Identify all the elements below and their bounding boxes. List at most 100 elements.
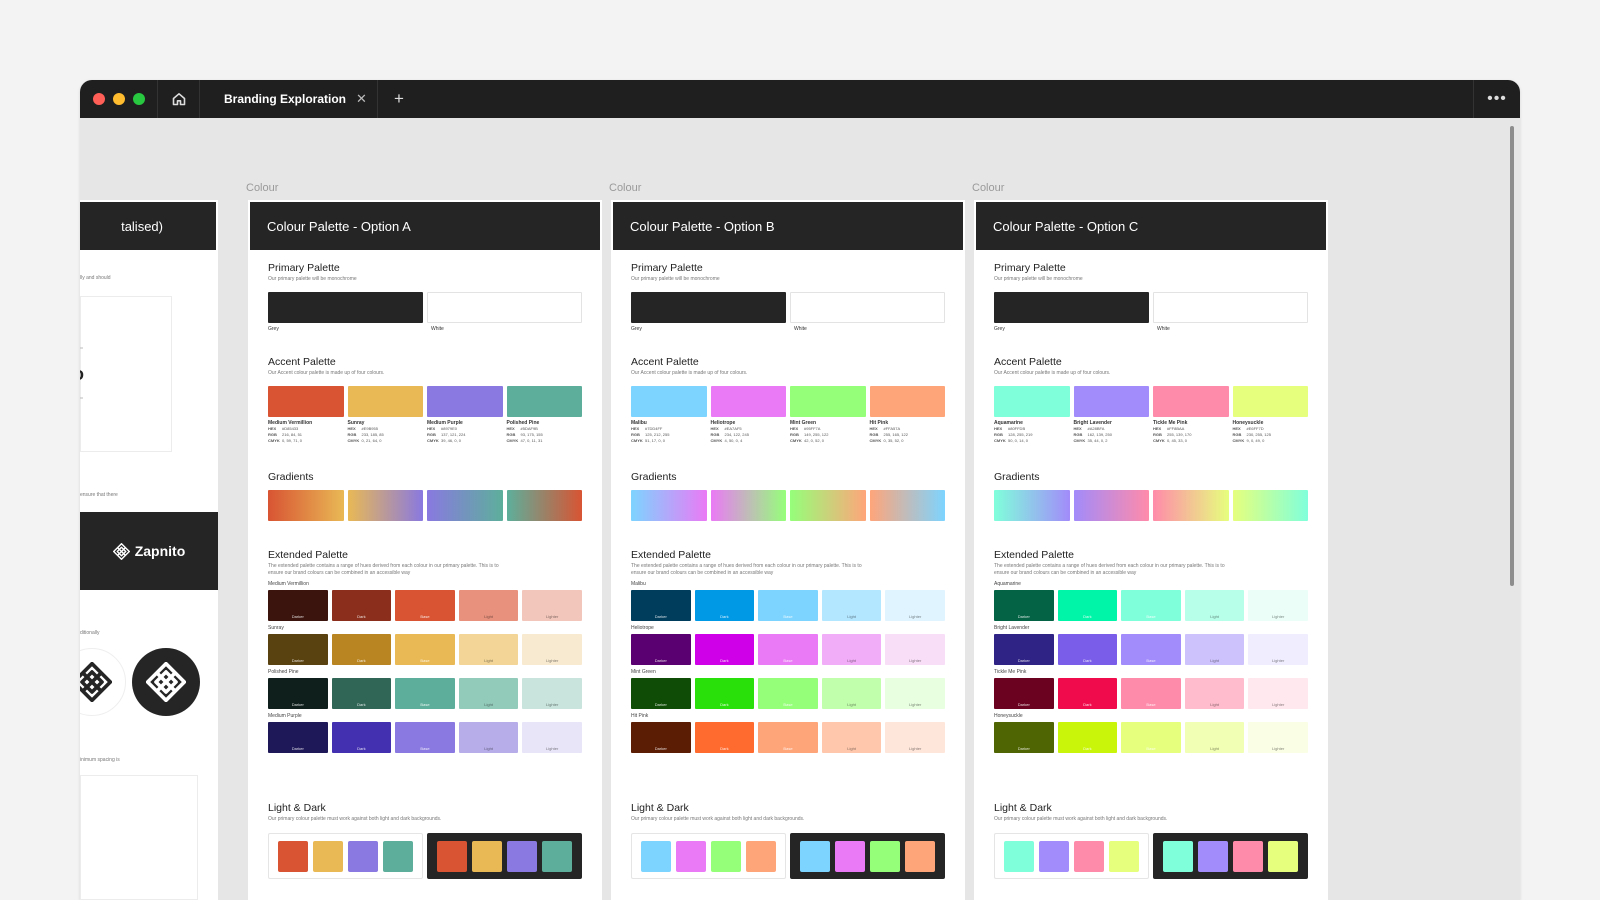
accent-swatch[interactable] (790, 386, 866, 417)
extended-swatch[interactable]: Lighter (1248, 590, 1308, 621)
extended-swatch[interactable]: Base (395, 590, 455, 621)
gradient-swatch[interactable] (347, 490, 423, 521)
extended-swatch[interactable]: Dark (331, 678, 392, 709)
extended-swatch[interactable]: Dark (331, 634, 392, 665)
accent-swatch[interactable] (347, 386, 423, 417)
extended-swatch[interactable]: Lighter (885, 634, 945, 665)
extended-swatch[interactable]: Dark (1057, 722, 1118, 753)
vertical-scrollbar[interactable] (1510, 126, 1514, 586)
extended-swatch[interactable]: Darker (268, 678, 328, 709)
accent-swatch[interactable] (869, 386, 945, 417)
extended-swatch[interactable]: Lighter (522, 634, 582, 665)
extended-swatch[interactable]: Light (1184, 678, 1245, 709)
extended-swatch[interactable]: Lighter (1248, 678, 1308, 709)
extended-swatch[interactable]: Base (1121, 590, 1181, 621)
extended-swatch[interactable]: Lighter (522, 722, 582, 753)
extended-swatch[interactable]: Light (1184, 590, 1245, 621)
extended-swatch[interactable]: Dark (1057, 634, 1118, 665)
extended-swatch[interactable]: Light (458, 634, 519, 665)
extended-swatch[interactable]: Lighter (885, 590, 945, 621)
extended-swatch[interactable]: Dark (331, 590, 392, 621)
accent-swatch[interactable] (506, 386, 582, 417)
extended-swatch[interactable]: Light (1184, 634, 1245, 665)
accent-swatch[interactable] (994, 386, 1070, 417)
extended-swatch[interactable]: Darker (631, 722, 691, 753)
extended-swatch[interactable]: Dark (694, 634, 755, 665)
extended-swatch[interactable]: Dark (331, 722, 392, 753)
extended-swatch[interactable]: Base (395, 678, 455, 709)
extended-swatch[interactable]: Lighter (885, 678, 945, 709)
accent-swatch[interactable] (710, 386, 786, 417)
gradient-swatch[interactable] (1153, 490, 1229, 521)
extended-swatch[interactable]: Base (758, 634, 818, 665)
close-window-button[interactable] (93, 93, 105, 105)
grey-swatch[interactable] (631, 292, 786, 323)
extended-swatch[interactable]: Base (758, 678, 818, 709)
close-tab-icon[interactable]: ✕ (356, 91, 367, 107)
extended-swatch[interactable]: Darker (631, 590, 691, 621)
gradient-swatch[interactable] (1073, 490, 1149, 521)
extended-swatch[interactable]: Base (395, 722, 455, 753)
extended-swatch[interactable]: Darker (268, 634, 328, 665)
accent-swatch[interactable] (1153, 386, 1229, 417)
tab-branding-exploration[interactable]: Branding Exploration ✕ (199, 80, 378, 118)
gradient-swatch[interactable] (790, 490, 866, 521)
extended-swatch[interactable]: Light (458, 590, 519, 621)
extended-swatch[interactable]: Darker (994, 678, 1054, 709)
grey-swatch[interactable] (268, 292, 423, 323)
extended-swatch[interactable]: Light (821, 678, 882, 709)
new-tab-button[interactable]: + (378, 89, 404, 109)
home-button[interactable] (157, 80, 199, 118)
extended-swatch[interactable]: Darker (631, 678, 691, 709)
extended-swatch[interactable]: Lighter (522, 678, 582, 709)
gradient-swatch[interactable] (268, 490, 344, 521)
left-board[interactable]: talised) lly and should o ensure that th… (80, 200, 218, 900)
extended-swatch[interactable]: Darker (994, 634, 1054, 665)
extended-swatch[interactable]: Light (1184, 722, 1245, 753)
accent-swatch[interactable] (631, 386, 707, 417)
gradient-swatch[interactable] (506, 490, 582, 521)
extended-swatch[interactable]: Lighter (1248, 634, 1308, 665)
extended-swatch[interactable]: Light (821, 590, 882, 621)
gradient-swatch[interactable] (631, 490, 707, 521)
extended-swatch[interactable]: Darker (631, 634, 691, 665)
accent-swatch[interactable] (1232, 386, 1308, 417)
extended-swatch[interactable]: Base (758, 722, 818, 753)
extended-swatch[interactable]: Base (758, 590, 818, 621)
gradient-swatch[interactable] (869, 490, 945, 521)
extended-swatch[interactable]: Base (395, 634, 455, 665)
extended-swatch[interactable]: Light (458, 722, 519, 753)
accent-swatch[interactable] (427, 386, 503, 417)
extended-swatch[interactable]: Lighter (885, 722, 945, 753)
accent-swatch[interactable] (1073, 386, 1149, 417)
extended-swatch[interactable]: Base (1121, 634, 1181, 665)
extended-swatch[interactable]: Dark (1057, 590, 1118, 621)
extended-swatch[interactable]: Light (821, 634, 882, 665)
palette-board[interactable]: Colour Palette - Option C Primary Palette… (974, 200, 1328, 900)
gradient-swatch[interactable] (427, 490, 503, 521)
extended-swatch[interactable]: Light (458, 678, 519, 709)
extended-swatch[interactable]: Darker (994, 722, 1054, 753)
extended-swatch[interactable]: Base (1121, 722, 1181, 753)
white-swatch[interactable] (790, 292, 945, 323)
extended-swatch[interactable]: Dark (694, 678, 755, 709)
minimize-window-button[interactable] (113, 93, 125, 105)
extended-swatch[interactable]: Dark (694, 722, 755, 753)
accent-swatch[interactable] (268, 386, 344, 417)
extended-swatch[interactable]: Darker (268, 722, 328, 753)
white-swatch[interactable] (1153, 292, 1308, 323)
extended-swatch[interactable]: Lighter (522, 590, 582, 621)
extended-swatch[interactable]: Darker (268, 590, 328, 621)
white-swatch[interactable] (427, 292, 582, 323)
more-options-button[interactable]: ••• (1473, 80, 1520, 118)
extended-swatch[interactable]: Light (821, 722, 882, 753)
extended-swatch[interactable]: Dark (1057, 678, 1118, 709)
maximize-window-button[interactable] (133, 93, 145, 105)
extended-swatch[interactable]: Dark (694, 590, 755, 621)
gradient-swatch[interactable] (1232, 490, 1308, 521)
palette-board[interactable]: Colour Palette - Option B Primary Palette… (611, 200, 965, 900)
grey-swatch[interactable] (994, 292, 1149, 323)
gradient-swatch[interactable] (710, 490, 786, 521)
gradient-swatch[interactable] (994, 490, 1070, 521)
extended-swatch[interactable]: Lighter (1248, 722, 1308, 753)
